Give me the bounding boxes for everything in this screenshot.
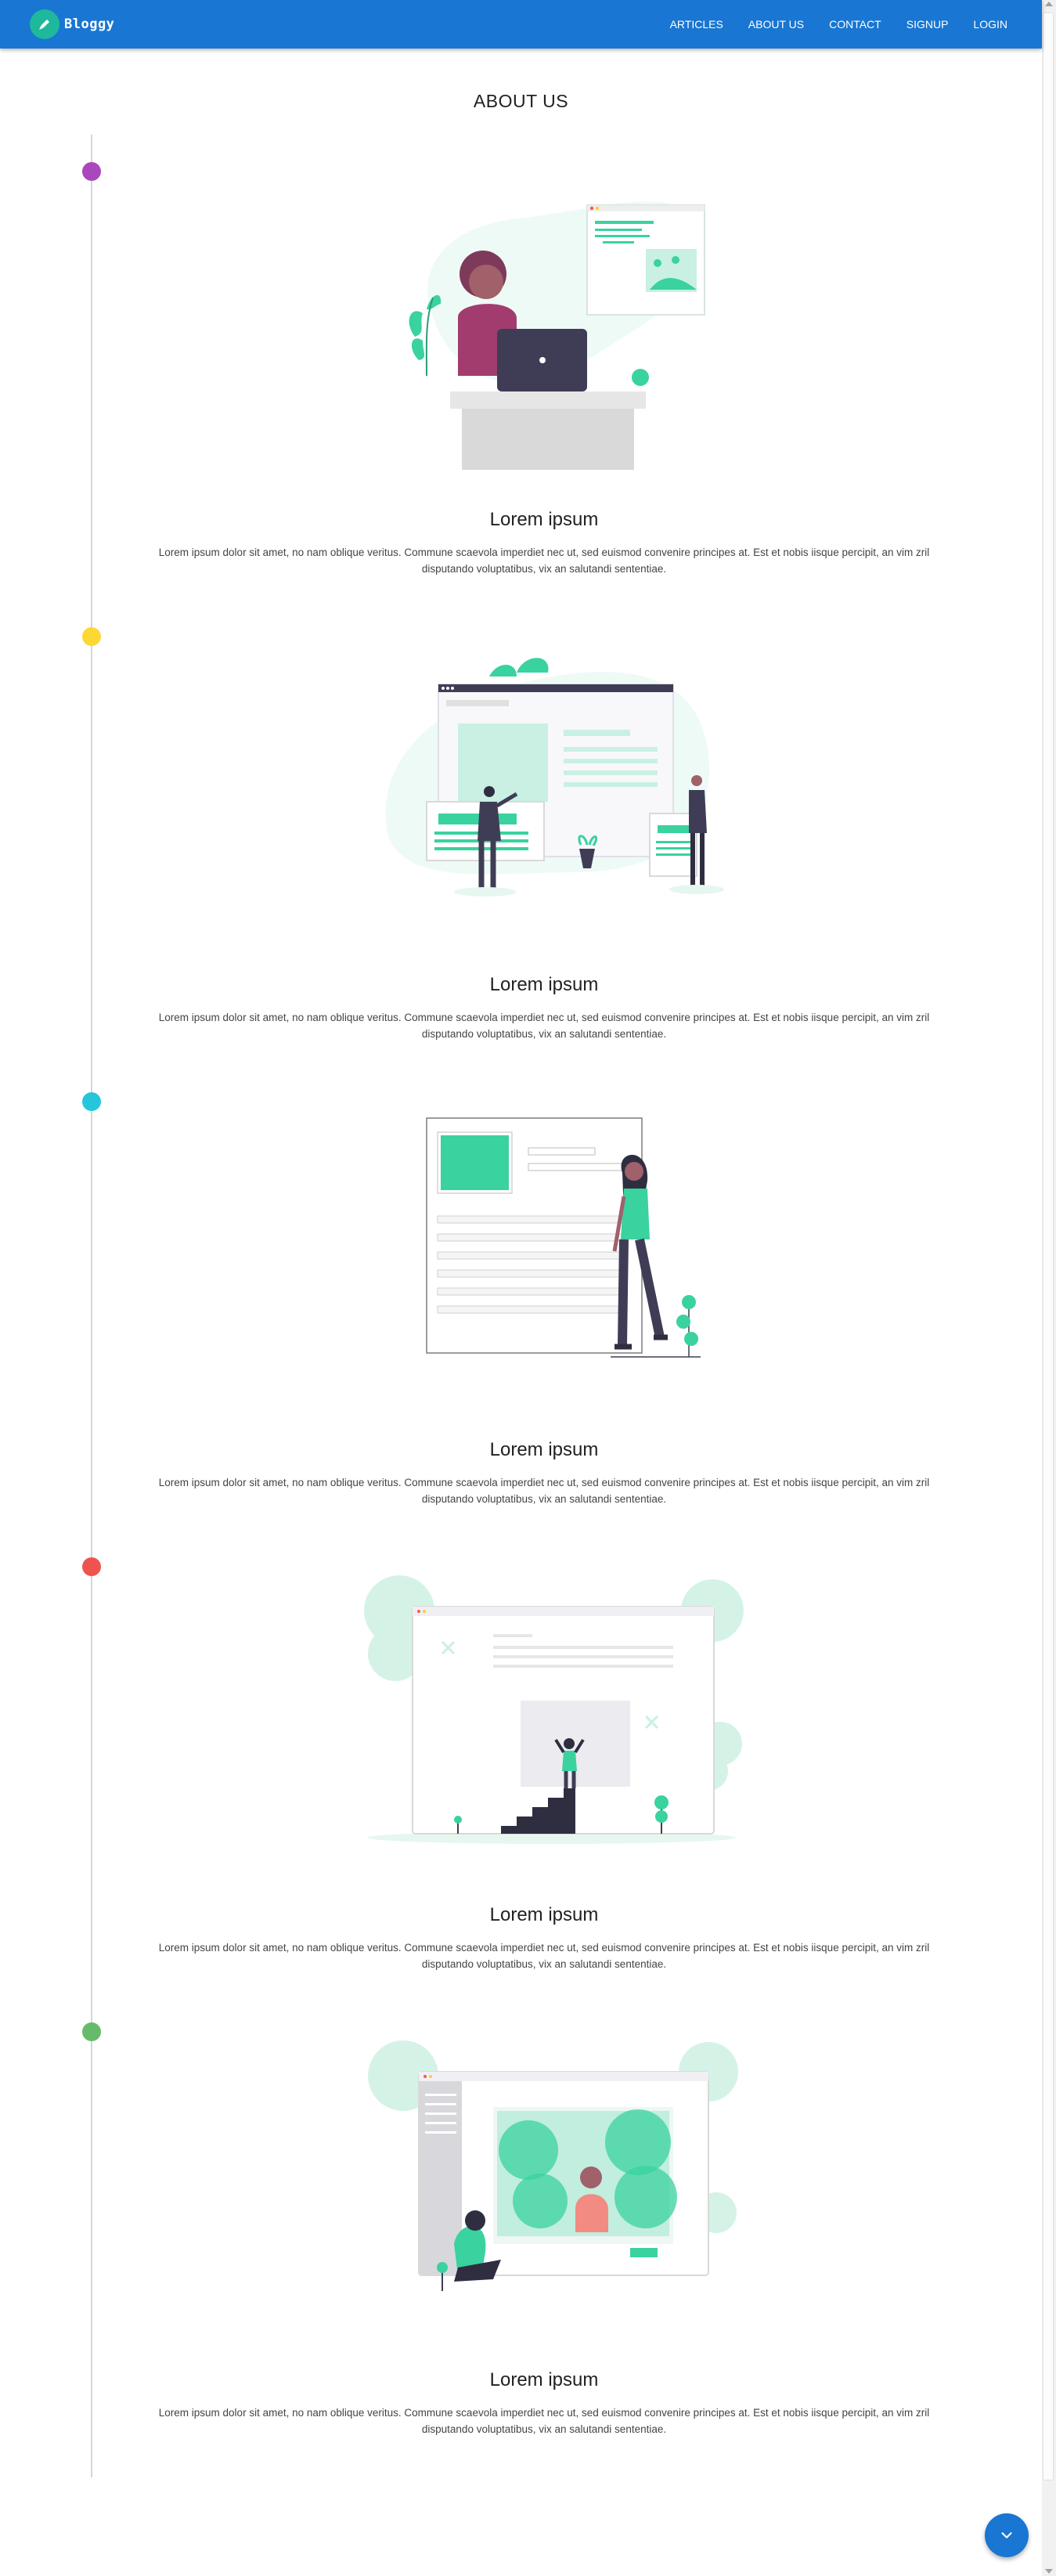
section-text: Lorem ipsum dolor sit amet, no nam obliq… [158,1477,930,1505]
page-title: ABOUT US [473,91,569,111]
vertical-scrollbar[interactable] [1042,0,1056,2576]
timeline-section: Lorem ipsum Lorem ipsum dolor sit amet, … [141,1568,947,1990]
section-text: Lorem ipsum dolor sit amet, no nam obliq… [158,1942,930,1970]
section-heading: Lorem ipsum [489,974,599,995]
nav-articles[interactable]: ARTICLES [658,0,736,49]
timeline-section: Lorem ipsum Lorem ipsum dolor sit amet, … [141,172,947,595]
team-building-website-illustration [385,658,724,897]
section-heading: Lorem ipsum [489,509,599,530]
chevron-down-icon [1001,2532,1012,2538]
timeline-dot [82,1557,101,1576]
nav-contact[interactable]: CONTACT [816,0,894,49]
pen-icon [30,9,59,39]
scroll-down-arrow-icon[interactable] [1045,2569,1053,2574]
main-nav: ARTICLES ABOUT US CONTACT SIGNUP LOGIN [658,0,1020,49]
scrollbar-thumb[interactable] [1043,13,1054,2480]
timeline-dot [82,2022,101,2041]
section-text: Lorem ipsum dolor sit amet, no nam obliq… [158,547,930,575]
nav-signup[interactable]: SIGNUP [894,0,961,49]
timeline-section: Lorem ipsum Lorem ipsum dolor sit amet, … [141,637,947,1060]
timeline-section: Lorem ipsum Lorem ipsum dolor sit amet, … [141,2033,947,2455]
scroll-down-button[interactable] [985,2513,1029,2557]
top-app-bar: Bloggy ARTICLES ABOUT US CONTACT SIGNUP … [0,0,1042,49]
timeline-section: Lorem ipsum Lorem ipsum dolor sit amet, … [141,1102,947,1525]
brand[interactable]: Bloggy [30,9,114,39]
section-heading: Lorem ipsum [489,1904,599,1925]
section-heading: Lorem ipsum [489,1439,599,1460]
man-on-top-of-stairs-illustration [364,1575,744,1844]
section-heading: Lorem ipsum [489,2369,599,2390]
woman-with-document-form-illustration [426,1117,701,1358]
nav-about-us[interactable]: ABOUT US [736,0,816,49]
scroll-up-arrow-icon[interactable] [1045,2,1053,6]
brand-name: Bloggy [64,16,115,32]
nav-login[interactable]: LOGIN [960,0,1020,49]
section-text: Lorem ipsum dolor sit amet, no nam obliq… [158,2407,930,2435]
woman-working-on-laptop-illustration [409,201,705,470]
woman-sitting-by-browser-window-illustration [368,2040,738,2291]
timeline-line [91,135,92,2477]
timeline-dot [82,1092,101,1111]
timeline-dot [82,162,101,181]
timeline-dot [82,627,101,646]
section-text: Lorem ipsum dolor sit amet, no nam obliq… [158,1012,930,1040]
